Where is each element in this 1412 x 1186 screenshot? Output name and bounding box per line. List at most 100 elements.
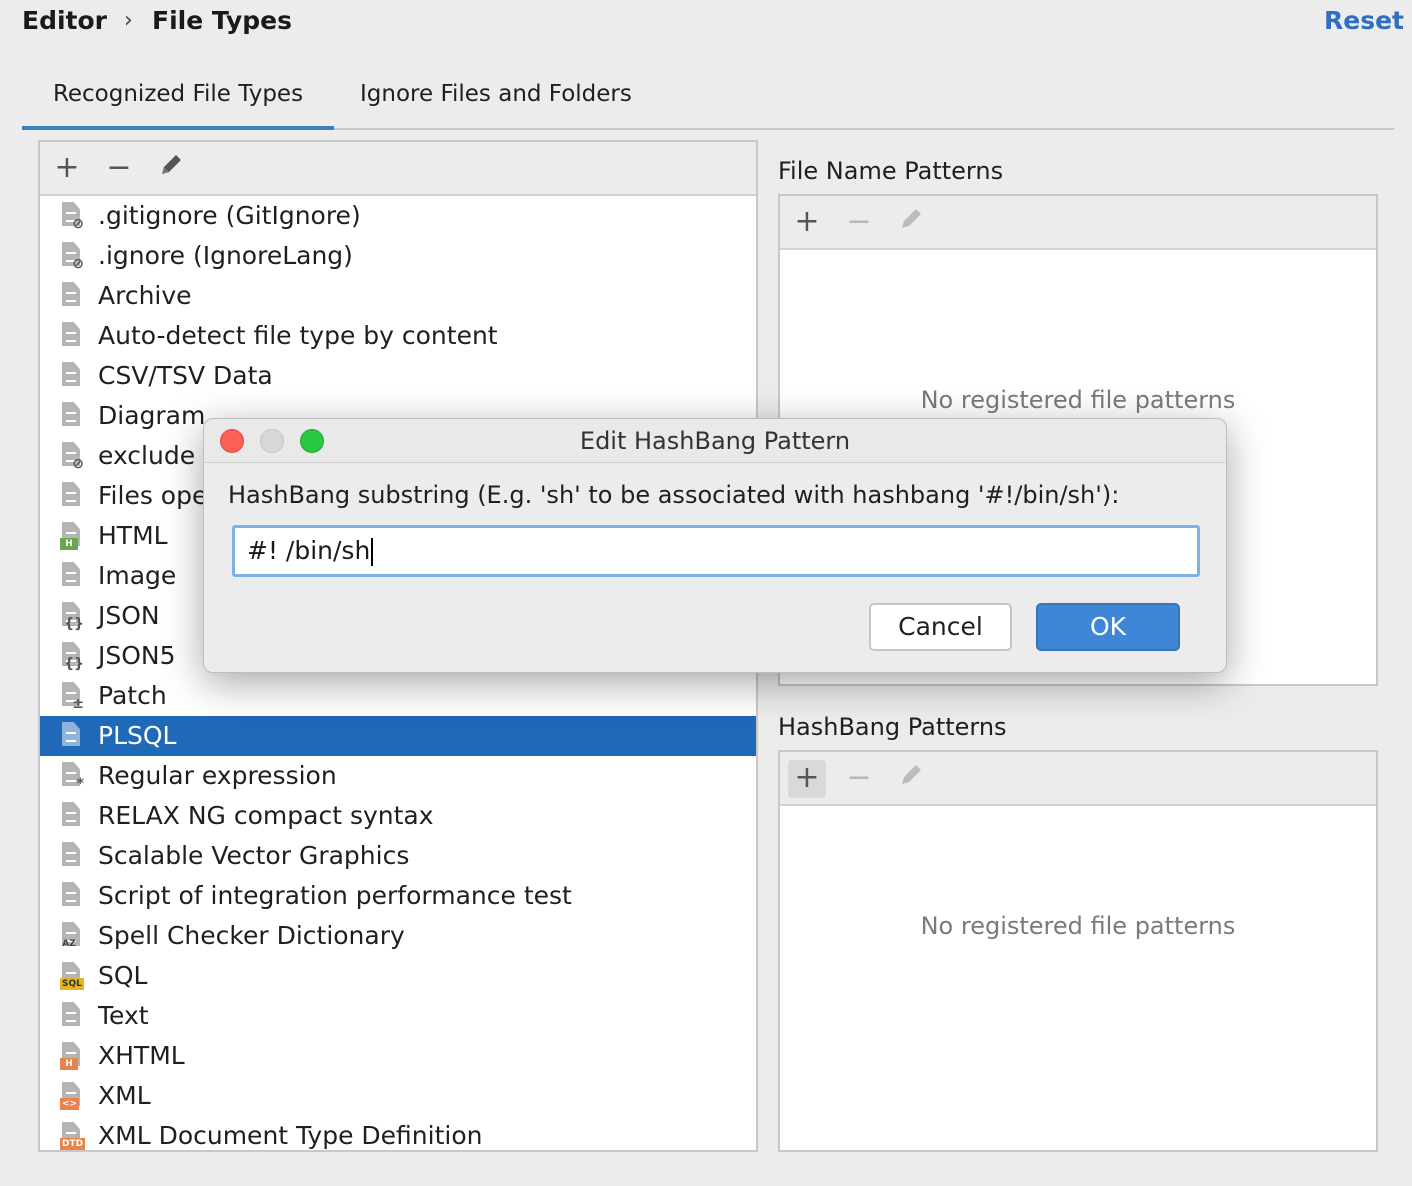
ok-button[interactable]: OK bbox=[1036, 603, 1180, 651]
file-type-item[interactable]: <> XML bbox=[40, 1076, 756, 1116]
xml-file-icon: <> bbox=[60, 1082, 82, 1110]
file-type-mark: ⊘ bbox=[72, 456, 84, 472]
file-name-patterns-empty-text: No registered file patterns bbox=[920, 386, 1236, 414]
json-file-icon: {} bbox=[60, 642, 84, 672]
file-type-mark: {} bbox=[64, 656, 84, 672]
file-type-item[interactable]: AZ Spell Checker Dictionary bbox=[40, 916, 756, 956]
tab-bar: Recognized File Types Ignore Files and F… bbox=[22, 72, 1394, 130]
file-type-item[interactable]: * Regular expression bbox=[40, 756, 756, 796]
image-file-icon bbox=[60, 842, 82, 870]
page-title: File Types bbox=[152, 6, 292, 35]
pencil-icon bbox=[162, 155, 181, 174]
remove-hashbang-pattern-button[interactable]: − bbox=[840, 760, 878, 798]
file-type-label: Diagram bbox=[98, 401, 206, 430]
text-file-icon bbox=[60, 362, 82, 390]
remove-file-pattern-button[interactable]: − bbox=[840, 204, 878, 242]
edit-file-pattern-button[interactable] bbox=[892, 204, 930, 242]
file-type-label: PLSQL bbox=[98, 721, 177, 750]
file-type-item[interactable]: Archive bbox=[40, 276, 756, 316]
diagram-file-icon bbox=[60, 402, 82, 430]
file-type-item[interactable]: ± Patch bbox=[40, 676, 756, 716]
file-type-item[interactable]: H XHTML bbox=[40, 1036, 756, 1076]
file-type-label: SQL bbox=[98, 961, 148, 990]
breadcrumb-separator: › bbox=[124, 8, 133, 33]
file-type-badge: AZ bbox=[62, 939, 76, 949]
file-type-item[interactable]: CSV/TSV Data bbox=[40, 356, 756, 396]
file-type-label: CSV/TSV Data bbox=[98, 361, 273, 390]
dictionary-file-icon: AZ bbox=[60, 922, 82, 950]
file-type-item[interactable]: Script of integration performance test bbox=[40, 876, 756, 916]
hashbang-input[interactable]: #! /bin/sh bbox=[232, 525, 1200, 577]
add-file-pattern-button[interactable]: + bbox=[788, 204, 826, 242]
cancel-button[interactable]: Cancel bbox=[869, 603, 1012, 651]
file-type-item[interactable]: Text bbox=[40, 996, 756, 1036]
file-type-item[interactable]: PLSQL bbox=[40, 716, 756, 756]
file-type-badge: H bbox=[60, 1058, 78, 1070]
file-type-label: Files ope bbox=[98, 481, 208, 510]
regex-file-icon: * bbox=[60, 762, 84, 791]
hashbang-patterns-panel: + − No registered file patterns bbox=[778, 750, 1378, 1152]
user-file-icon bbox=[60, 482, 82, 510]
tab-ignore-files-and-folders[interactable]: Ignore Files and Folders bbox=[360, 72, 632, 130]
file-type-label: .gitignore (GitIgnore) bbox=[98, 201, 361, 230]
file-type-label: JSON bbox=[98, 601, 160, 630]
archive-file-icon bbox=[60, 282, 82, 310]
sql-file-icon: SQL bbox=[60, 962, 84, 990]
file-type-label: RELAX NG compact syntax bbox=[98, 801, 434, 830]
file-type-badge: <> bbox=[60, 1098, 80, 1110]
hashbang-input-value: #! /bin/sh bbox=[247, 536, 371, 565]
file-type-badge: H bbox=[60, 538, 78, 550]
tab-recognized-file-types[interactable]: Recognized File Types bbox=[22, 72, 334, 130]
user-file-icon bbox=[60, 722, 82, 750]
text-caret bbox=[371, 538, 374, 566]
file-type-item[interactable]: ⊘ .gitignore (GitIgnore) bbox=[40, 196, 756, 236]
file-type-label: Spell Checker Dictionary bbox=[98, 921, 405, 950]
dialog-title: Edit HashBang Pattern bbox=[579, 427, 851, 455]
file-type-item[interactable]: Scalable Vector Graphics bbox=[40, 836, 756, 876]
file-name-patterns-toolbar: + − bbox=[780, 196, 1376, 250]
file-type-label: Script of integration performance test bbox=[98, 881, 572, 910]
xhtml-file-icon: H bbox=[60, 1042, 82, 1070]
header: Editor › File Types Reset bbox=[22, 6, 1412, 42]
file-type-label: Image bbox=[98, 561, 177, 590]
file-type-item[interactable]: ⊘ .ignore (IgnoreLang) bbox=[40, 236, 756, 276]
file-type-mark: {} bbox=[64, 616, 84, 632]
add-file-type-button[interactable]: + bbox=[48, 150, 86, 188]
file-type-label: HTML bbox=[98, 521, 168, 550]
hashbang-prompt: HashBang substring (E.g. 'sh' to be asso… bbox=[228, 481, 1120, 509]
file-type-item[interactable]: SQL SQL bbox=[40, 956, 756, 996]
add-hashbang-pattern-button[interactable]: + bbox=[788, 760, 826, 798]
breadcrumb-editor[interactable]: Editor bbox=[22, 6, 107, 35]
pencil-icon bbox=[902, 765, 921, 784]
hashbang-patterns-empty-text: No registered file patterns bbox=[920, 912, 1236, 940]
file-type-item[interactable]: DTD XML Document Type Definition bbox=[40, 1116, 756, 1150]
text-file-icon bbox=[60, 802, 82, 830]
edit-hashbang-pattern-button[interactable] bbox=[892, 760, 930, 798]
dialog-titlebar: Edit HashBang Pattern bbox=[204, 419, 1226, 463]
file-type-label: XML Document Type Definition bbox=[98, 1121, 483, 1150]
ignore-file-icon: ⊘ bbox=[60, 242, 84, 271]
file-type-label: Patch bbox=[98, 681, 167, 710]
file-type-badge: DTD bbox=[60, 1138, 86, 1150]
edit-file-type-button[interactable] bbox=[152, 150, 190, 188]
file-type-label: JSON5 bbox=[98, 641, 176, 670]
file-types-toolbar: + − bbox=[40, 142, 756, 196]
ignore-file-icon: ⊘ bbox=[60, 202, 84, 231]
reset-link[interactable]: Reset bbox=[1324, 6, 1404, 35]
hashbang-patterns-toolbar: + − bbox=[780, 752, 1376, 806]
file-type-label: Scalable Vector Graphics bbox=[98, 841, 410, 870]
file-type-mark: ± bbox=[72, 696, 84, 712]
file-type-label: Archive bbox=[98, 281, 192, 310]
patch-file-icon: ± bbox=[60, 682, 84, 712]
file-type-label: .ignore (IgnoreLang) bbox=[98, 241, 353, 270]
file-type-item[interactable]: Auto-detect file type by content bbox=[40, 316, 756, 356]
hashbang-patterns-label: HashBang Patterns bbox=[778, 713, 1007, 741]
file-type-item[interactable]: RELAX NG compact syntax bbox=[40, 796, 756, 836]
file-type-label: XML bbox=[98, 1081, 151, 1110]
remove-file-type-button[interactable]: − bbox=[100, 150, 138, 188]
html-file-icon: H bbox=[60, 522, 82, 550]
file-type-label: Auto-detect file type by content bbox=[98, 321, 498, 350]
file-type-label: Text bbox=[98, 1001, 149, 1030]
json-file-icon: {} bbox=[60, 602, 84, 632]
ignore-file-icon: ⊘ bbox=[60, 442, 84, 472]
